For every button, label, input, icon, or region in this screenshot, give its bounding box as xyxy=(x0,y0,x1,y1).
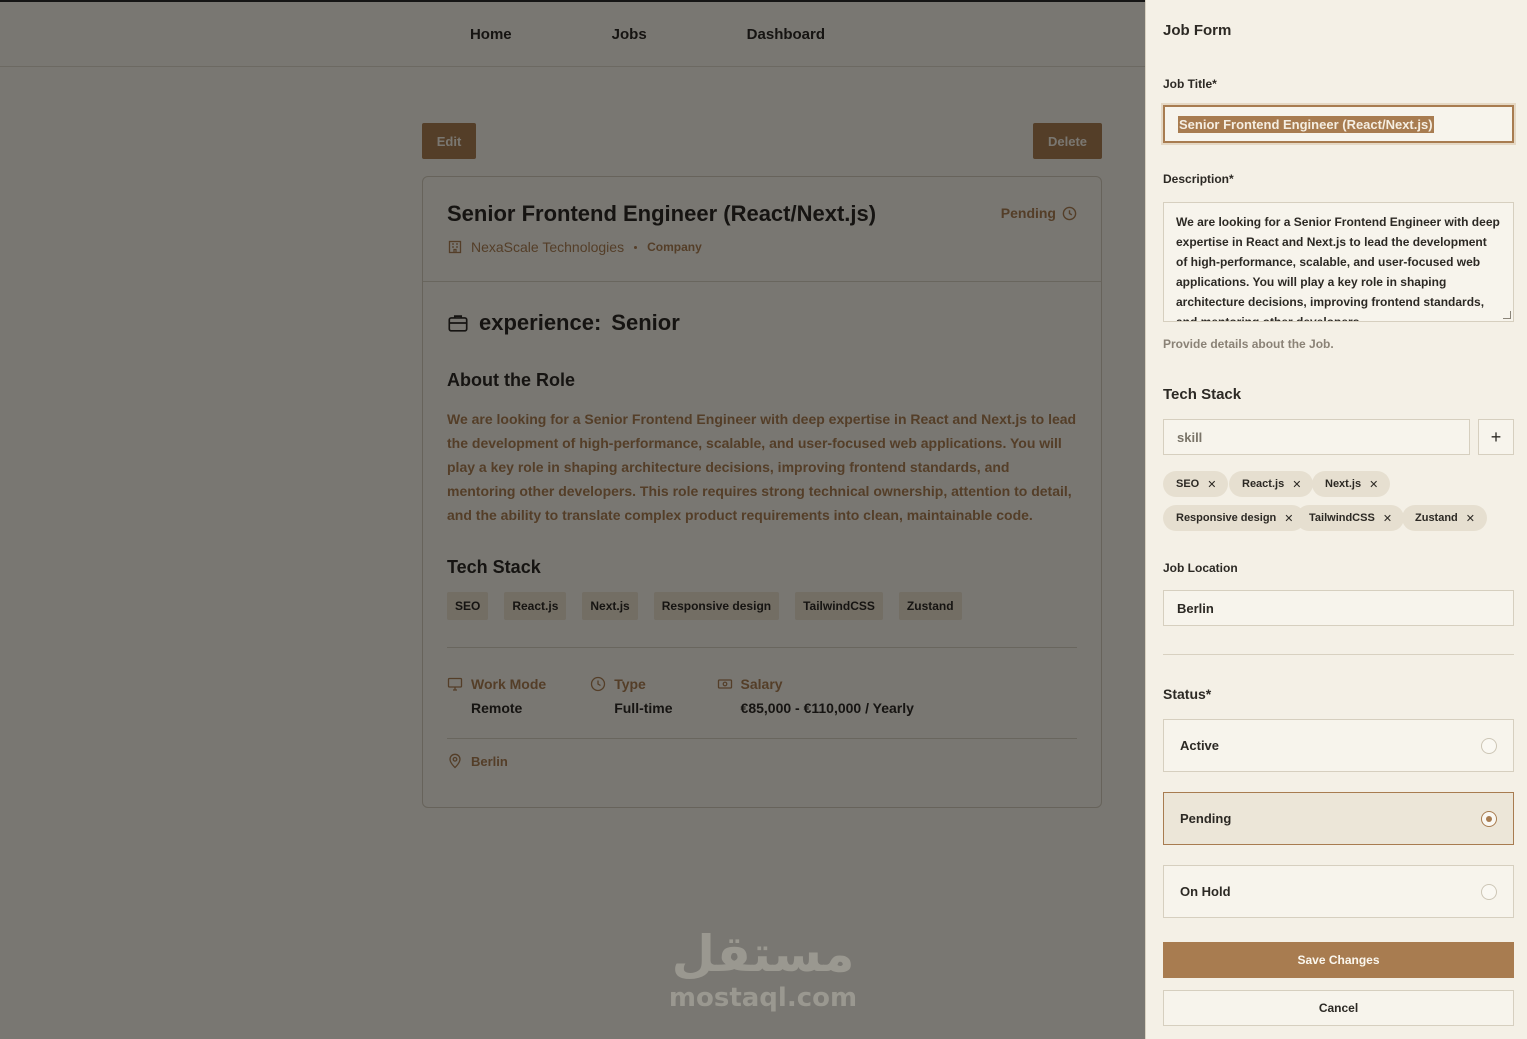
status-option-label: Active xyxy=(1180,738,1220,753)
skill-tag-label: Responsive design xyxy=(1176,512,1277,524)
skill-tag: TailwindCSS ✕ xyxy=(1296,505,1405,531)
location-input[interactable]: Berlin xyxy=(1163,590,1514,626)
location-value: Berlin xyxy=(1177,600,1214,616)
skill-tag: Zustand ✕ xyxy=(1402,505,1487,531)
remove-tag-icon[interactable]: ✕ xyxy=(1284,512,1293,525)
status-option-pending[interactable]: Pending xyxy=(1163,792,1514,845)
remove-tag-icon[interactable]: ✕ xyxy=(1383,512,1392,525)
radio-button[interactable] xyxy=(1481,737,1497,754)
add-skill-button[interactable]: + xyxy=(1478,419,1514,455)
job-title-label: Job Title* xyxy=(1163,77,1217,91)
divider xyxy=(1163,654,1514,655)
watermark-logo: مستقل mostaql.com xyxy=(668,925,858,1013)
description-label: Description* xyxy=(1163,172,1234,186)
tech-stack-label: Tech Stack xyxy=(1163,386,1242,403)
skill-tag-label: Zustand xyxy=(1415,512,1458,524)
status-option-label: Pending xyxy=(1180,811,1232,826)
modal-overlay[interactable] xyxy=(0,0,1145,1039)
remove-tag-icon[interactable]: ✕ xyxy=(1369,478,1378,491)
radio-button-selected[interactable] xyxy=(1481,810,1497,827)
status-option-active[interactable]: Active xyxy=(1163,719,1514,772)
resize-handle[interactable] xyxy=(1503,311,1511,319)
skill-tag-label: SEO xyxy=(1176,478,1200,490)
skill-placeholder: skill xyxy=(1177,429,1203,445)
description-hint: Provide details about the Job. xyxy=(1163,337,1334,351)
watermark-latin: mostaql.com xyxy=(668,983,858,1013)
skill-input[interactable]: skill xyxy=(1163,419,1470,455)
job-title-input[interactable]: Senior Frontend Engineer (React/Next.js) xyxy=(1163,105,1514,143)
remove-tag-icon[interactable]: ✕ xyxy=(1466,512,1475,525)
status-option-on-hold[interactable]: On Hold xyxy=(1163,865,1514,918)
description-value: We are looking for a Senior Frontend Eng… xyxy=(1176,215,1500,322)
location-label: Job Location xyxy=(1163,561,1238,575)
skill-tag-label: React.js xyxy=(1242,478,1285,490)
remove-tag-icon[interactable]: ✕ xyxy=(1207,478,1216,491)
cancel-button[interactable]: Cancel xyxy=(1163,990,1514,1026)
watermark-arabic: مستقل xyxy=(671,925,855,983)
job-form-panel: Job Form Job Title* Senior Frontend Engi… xyxy=(1145,0,1527,1039)
radio-button[interactable] xyxy=(1481,883,1497,900)
panel-title: Job Form xyxy=(1163,22,1232,39)
description-textarea[interactable]: We are looking for a Senior Frontend Eng… xyxy=(1163,202,1514,322)
skill-tag: Responsive design ✕ xyxy=(1163,505,1306,531)
status-option-label: On Hold xyxy=(1180,884,1231,899)
skill-tag: React.js ✕ xyxy=(1229,471,1314,497)
skill-tag: Next.js ✕ xyxy=(1312,471,1391,497)
job-title-input-value: Senior Frontend Engineer (React/Next.js) xyxy=(1178,115,1434,133)
skill-tag-label: TailwindCSS xyxy=(1309,512,1375,524)
remove-tag-icon[interactable]: ✕ xyxy=(1292,478,1301,491)
skill-tag-label: Next.js xyxy=(1325,478,1362,490)
skill-tag: SEO ✕ xyxy=(1163,471,1229,497)
status-label: Status* xyxy=(1163,686,1212,702)
save-changes-button[interactable]: Save Changes xyxy=(1163,942,1514,978)
